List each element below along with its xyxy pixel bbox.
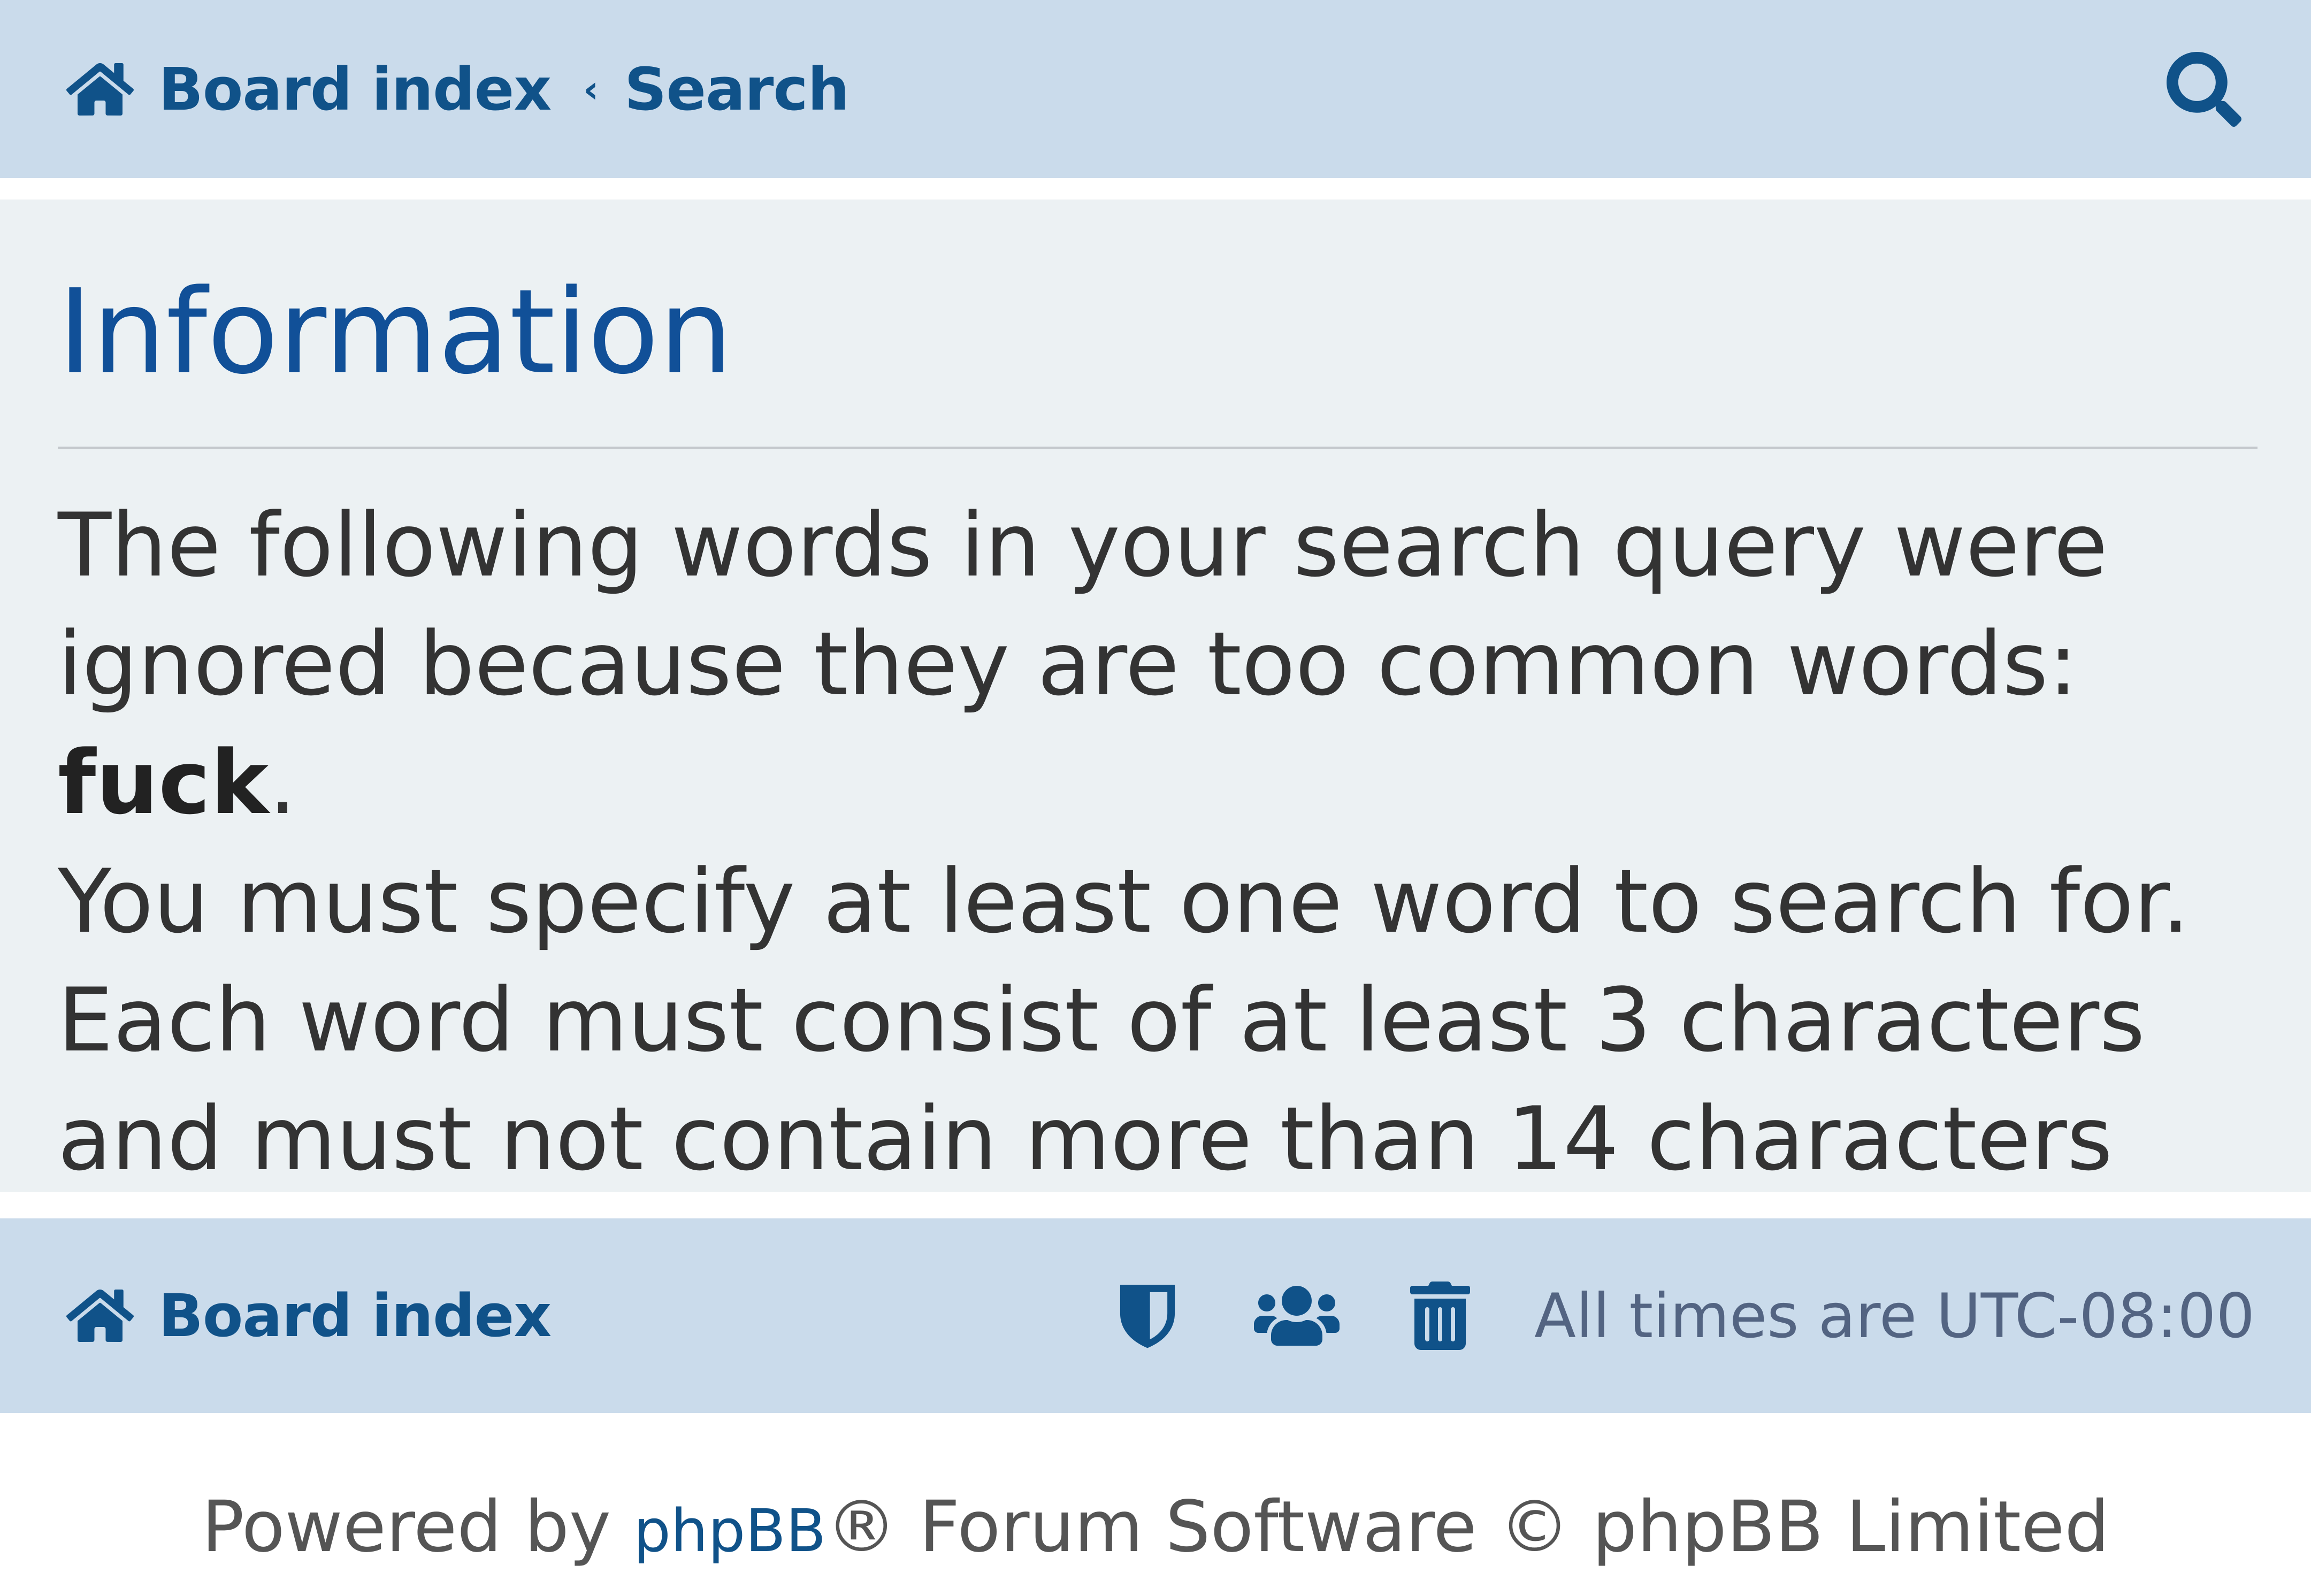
information-panel: Information The following words in your …: [0, 200, 2311, 1309]
top-navbar: Board index ‹ Search: [0, 0, 2311, 178]
shield-icon[interactable]: [1116, 1281, 1179, 1351]
breadcrumb-board-index-link[interactable]: Board index: [158, 55, 552, 124]
footer-home-icon[interactable]: [63, 1286, 137, 1346]
footer-board-index-link[interactable]: Board index: [158, 1282, 552, 1350]
breadcrumb-search-link[interactable]: Search: [624, 55, 850, 124]
footer-actions: All times are UTC-08:00: [1116, 1278, 2255, 1353]
powered-by-prefix: Powered by: [201, 1486, 633, 1568]
breadcrumb-separator: ‹: [583, 67, 599, 111]
page-title: Information: [58, 265, 733, 400]
powered-by-suffix: ® Forum Software © phpBB Limited: [826, 1486, 2110, 1568]
timezone-text: All times are UTC-08:00: [1534, 1280, 2255, 1352]
ignored-word: fuck: [58, 732, 269, 834]
footer-navbar: Board index All times are UTC-08:00: [0, 1218, 2311, 1413]
message-ignored-words-text: The following words in your search query…: [58, 494, 2108, 715]
breadcrumb: Board index ‹ Search: [63, 55, 850, 124]
home-icon[interactable]: [63, 59, 137, 119]
message-period: .: [269, 732, 297, 834]
info-message: The following words in your search query…: [58, 486, 2272, 1317]
phpbb-link[interactable]: phpBB: [633, 1497, 826, 1565]
search-icon[interactable]: [2167, 51, 2241, 127]
title-divider: [58, 447, 2258, 449]
copyright-notice: Powered by phpBB® Forum Software © phpBB…: [0, 1486, 2311, 1568]
trash-icon[interactable]: [1409, 1282, 1471, 1350]
team-icon[interactable]: [1253, 1278, 1340, 1353]
